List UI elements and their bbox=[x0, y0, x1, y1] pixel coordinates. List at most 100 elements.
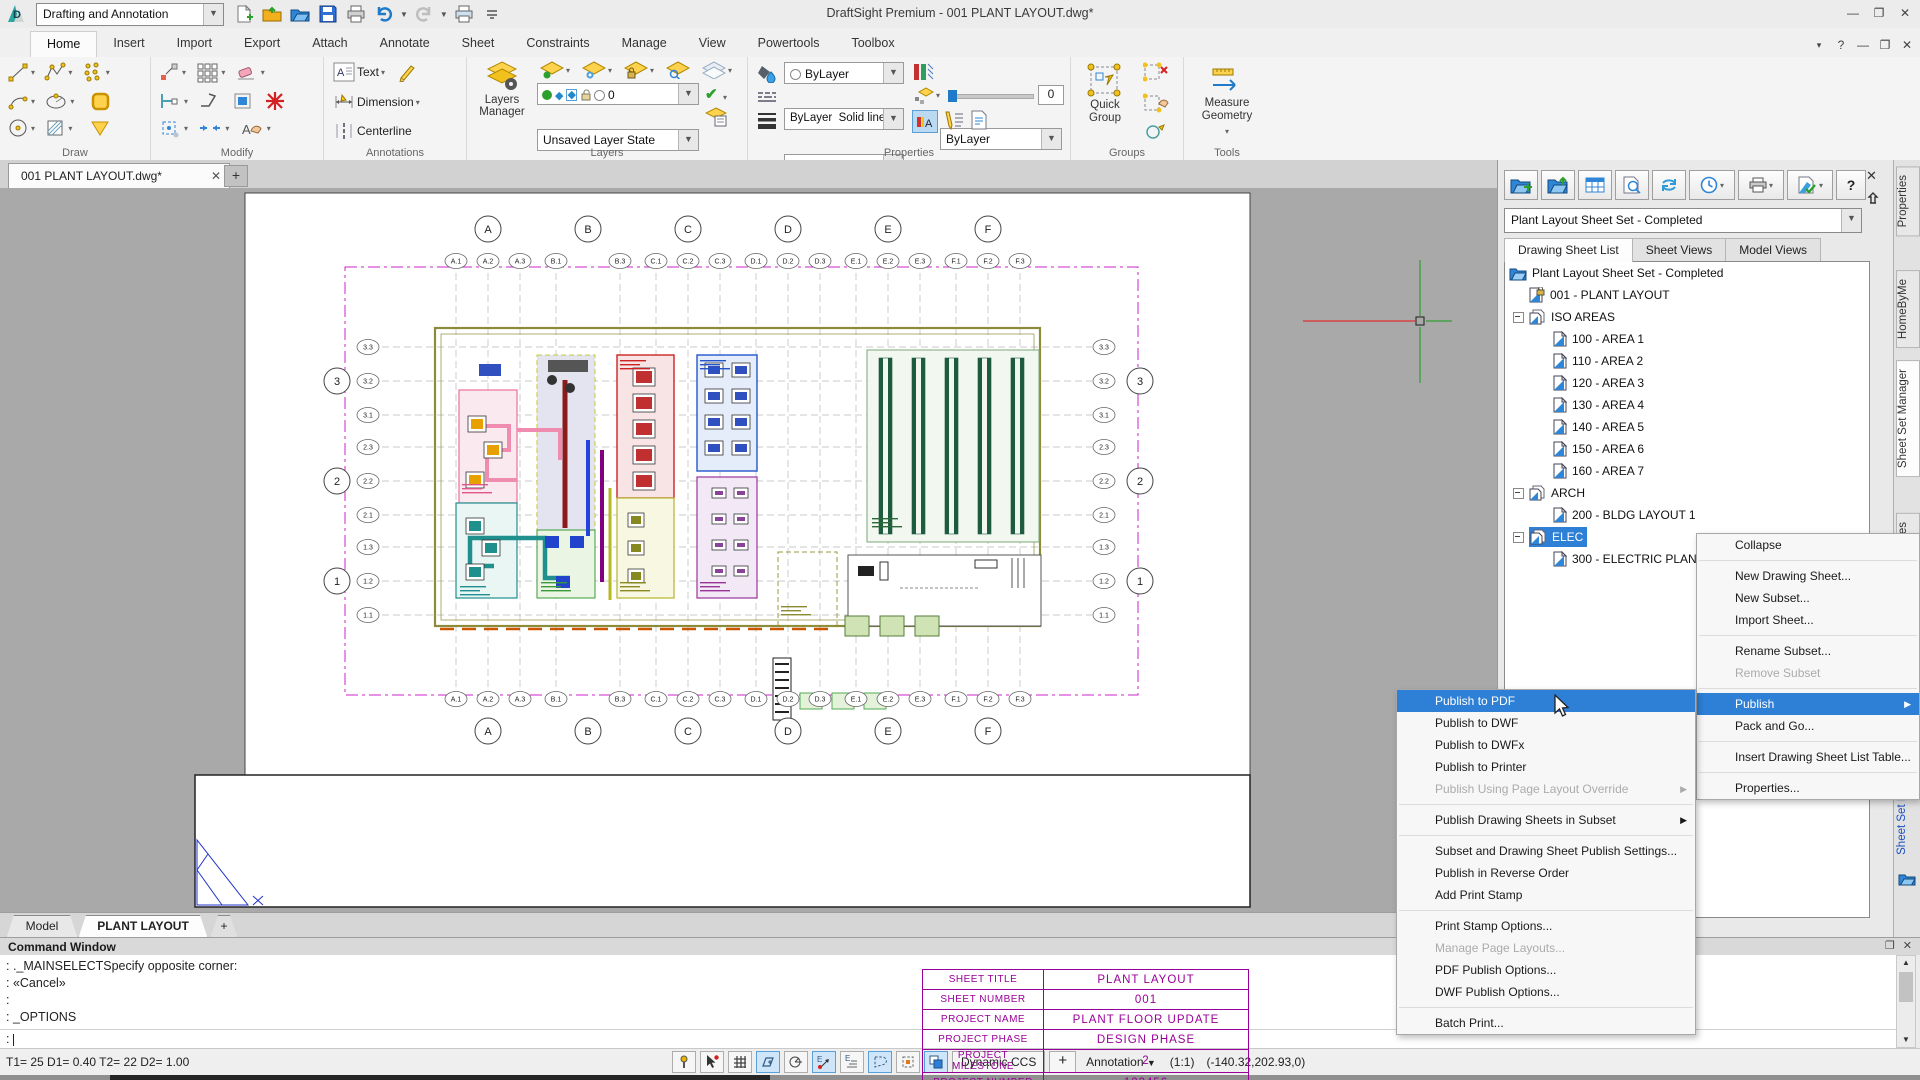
polar-toggle[interactable] bbox=[784, 1051, 808, 1073]
dimension-caret-icon[interactable]: ▾ bbox=[416, 98, 420, 107]
tree-expander-icon[interactable] bbox=[1513, 312, 1524, 323]
menu-item-print-stamp-options[interactable]: Print Stamp Options... bbox=[1397, 915, 1695, 937]
ribbon-tab-export[interactable]: Export bbox=[228, 31, 296, 57]
ribbon-tab-manage[interactable]: Manage bbox=[606, 31, 683, 57]
transparency-slider[interactable] bbox=[948, 90, 1032, 100]
layer-transparency-caret-icon[interactable]: ▾ bbox=[936, 91, 940, 100]
layer-isolate-caret-icon[interactable]: ▾ bbox=[608, 66, 612, 75]
ellipse-caret-icon[interactable]: ▾ bbox=[70, 97, 74, 106]
ellipse-icon[interactable] bbox=[44, 90, 68, 112]
color-combo-caret-icon[interactable]: ▼ bbox=[883, 63, 903, 83]
tree-item-130-area-4[interactable]: 130 - AREA 4 bbox=[1505, 394, 1869, 416]
ribbon-tab-insert[interactable]: Insert bbox=[97, 31, 160, 57]
edit-annotation-caret-icon[interactable]: ▾ bbox=[267, 124, 271, 133]
menu-item-collapse[interactable]: Collapse bbox=[1697, 534, 1919, 556]
menu-item-add-print-stamp[interactable]: Add Print Stamp bbox=[1397, 884, 1695, 906]
color-tool-icon[interactable] bbox=[756, 63, 778, 86]
menu-item-properties[interactable]: Properties... bbox=[1697, 777, 1919, 799]
maximize-button[interactable]: ❐ bbox=[1866, 0, 1892, 28]
text-caret-icon[interactable]: ▾ bbox=[381, 68, 385, 77]
note-pencil-icon[interactable] bbox=[397, 62, 417, 82]
layer-lock-icon[interactable] bbox=[624, 61, 648, 79]
tree-item-120-area-3[interactable]: 120 - AREA 3 bbox=[1505, 372, 1869, 394]
centerline-label[interactable]: Centerline bbox=[357, 124, 412, 138]
lineweight-tool-icon[interactable] bbox=[756, 111, 778, 132]
menu-item-publish[interactable]: Publish▶ bbox=[1697, 693, 1919, 715]
line-caret-icon[interactable]: ▾ bbox=[31, 68, 35, 77]
layer-preview-icon[interactable] bbox=[702, 61, 726, 79]
arc-caret-icon[interactable]: ▾ bbox=[31, 97, 35, 106]
annotation-scale-button[interactable]: A bbox=[912, 110, 938, 133]
tree-item-160-area-7[interactable]: 160 - AREA 7 bbox=[1505, 460, 1869, 482]
menu-item-pack-and-go[interactable]: Pack and Go... bbox=[1697, 715, 1919, 737]
layer-find-icon[interactable] bbox=[666, 61, 690, 79]
side-tab-homebyme[interactable]: HomeByMe bbox=[1896, 270, 1920, 348]
menu-item-insert-drawing-sheet-list-table[interactable]: Insert Drawing Sheet List Table... bbox=[1697, 746, 1919, 768]
cone-icon[interactable] bbox=[89, 117, 111, 139]
edit-annotation-icon[interactable]: A bbox=[239, 117, 265, 139]
center-mark-icon[interactable] bbox=[158, 117, 182, 139]
ribbon-tab-view[interactable]: View bbox=[683, 31, 742, 57]
scroll-thumb[interactable] bbox=[1899, 972, 1913, 1002]
scroll-down-icon[interactable]: ▼ bbox=[1897, 1033, 1915, 1047]
panel-help-button[interactable]: ? bbox=[1836, 170, 1866, 200]
menu-item-publish-drawing-sheets-in-subset[interactable]: Publish Drawing Sheets in Subset▶ bbox=[1397, 809, 1695, 831]
ribbon-tab-attach[interactable]: Attach bbox=[296, 31, 363, 57]
open-sheet-set-button[interactable] bbox=[1541, 170, 1575, 200]
tree-item-200-bldg-layout-1[interactable]: 200 - BLDG LAYOUT 1 bbox=[1505, 504, 1869, 526]
converge-caret-icon[interactable]: ▾ bbox=[225, 124, 229, 133]
menu-item-new-subset[interactable]: New Subset... bbox=[1697, 587, 1919, 609]
hatch-icon[interactable] bbox=[44, 117, 66, 139]
tab-plant-layout[interactable]: PLANT LAYOUT bbox=[78, 915, 208, 939]
menu-item-publish-in-reverse-order[interactable]: Publish in Reverse Order bbox=[1397, 862, 1695, 884]
measure-caret-icon[interactable]: ▾ bbox=[1225, 125, 1229, 138]
move-caret-icon[interactable]: ▾ bbox=[182, 68, 186, 77]
command-scrollbar[interactable]: ▲ ▼ bbox=[1896, 955, 1916, 1048]
converge-icon[interactable] bbox=[197, 117, 223, 139]
measure-geometry-button[interactable]: Measure Geometry ▾ bbox=[1192, 59, 1262, 138]
point-caret-icon[interactable]: ▾ bbox=[106, 68, 110, 77]
panel-pin-icon[interactable] bbox=[1867, 192, 1879, 209]
explode-icon[interactable] bbox=[264, 90, 286, 112]
pattern-caret-icon[interactable]: ▾ bbox=[221, 68, 225, 77]
layer-hide-icon[interactable] bbox=[540, 61, 564, 79]
layers-manager-button[interactable]: Layers Manager bbox=[473, 61, 531, 118]
linestyle-tool-icon[interactable] bbox=[756, 89, 778, 108]
delete-icon[interactable] bbox=[235, 61, 259, 83]
hatch-caret-icon[interactable]: ▾ bbox=[68, 124, 72, 133]
menu-item-subset-and-drawing-sheet-publish-settings[interactable]: Subset and Drawing Sheet Publish Setting… bbox=[1397, 840, 1695, 862]
move-icon[interactable] bbox=[158, 61, 180, 83]
ribbon-tab-annotate[interactable]: Annotate bbox=[364, 31, 446, 57]
tree-item-plant-layout-sheet-set-completed[interactable]: Plant Layout Sheet Set - Completed bbox=[1505, 262, 1869, 284]
panel-tab-model-views[interactable]: Model Views bbox=[1725, 238, 1821, 262]
center-mark-caret-icon[interactable]: ▾ bbox=[184, 124, 188, 133]
polyline-icon[interactable] bbox=[44, 61, 66, 83]
panel-close-icon[interactable]: ✕ bbox=[1866, 168, 1877, 184]
panel-print-button[interactable]: ▾ bbox=[1738, 170, 1784, 200]
polygon-icon[interactable] bbox=[89, 90, 111, 112]
text-label[interactable]: Text bbox=[357, 65, 379, 79]
menu-item-pdf-publish-options[interactable]: PDF Publish Options... bbox=[1397, 959, 1695, 981]
ortho-toggle[interactable] bbox=[756, 1051, 780, 1073]
circle-icon[interactable] bbox=[7, 117, 29, 139]
panel-publish-button[interactable]: ▾ bbox=[1787, 170, 1833, 200]
transparency-slider-handle[interactable] bbox=[948, 90, 957, 102]
layer-states-manager-icon[interactable] bbox=[705, 107, 727, 130]
linestyle-combo[interactable]: ByLayer Solid line ▼ bbox=[784, 108, 904, 130]
etrack-toggle[interactable]: E bbox=[840, 1051, 864, 1073]
layer-lock-caret-icon[interactable]: ▾ bbox=[650, 66, 654, 75]
menu-item-new-drawing-sheet[interactable]: New Drawing Sheet... bbox=[1697, 565, 1919, 587]
line-icon[interactable] bbox=[7, 61, 29, 83]
stretch-icon[interactable] bbox=[158, 90, 182, 112]
transparency-input[interactable]: 0 bbox=[1038, 85, 1064, 105]
resync-button[interactable] bbox=[1652, 170, 1686, 200]
quick-group-button[interactable]: Quick Group bbox=[1073, 59, 1137, 125]
transparency-caret-icon[interactable]: ▼ bbox=[1041, 129, 1061, 149]
tree-item-001-plant-layout[interactable]: 001 - PLANT LAYOUT bbox=[1505, 284, 1869, 306]
layer-isolate-icon[interactable] bbox=[582, 61, 606, 79]
layer-combo[interactable]: ◆ ◆ 0 ▼ bbox=[537, 83, 699, 105]
image-frame-icon[interactable] bbox=[231, 90, 255, 112]
side-tab-sheet-set-manager[interactable]: Sheet Set Manager bbox=[1896, 360, 1920, 477]
menu-item-publish-to-dwf[interactable]: Publish to DWF bbox=[1397, 712, 1695, 734]
new-sheet-tab-button[interactable]: + bbox=[210, 915, 238, 939]
